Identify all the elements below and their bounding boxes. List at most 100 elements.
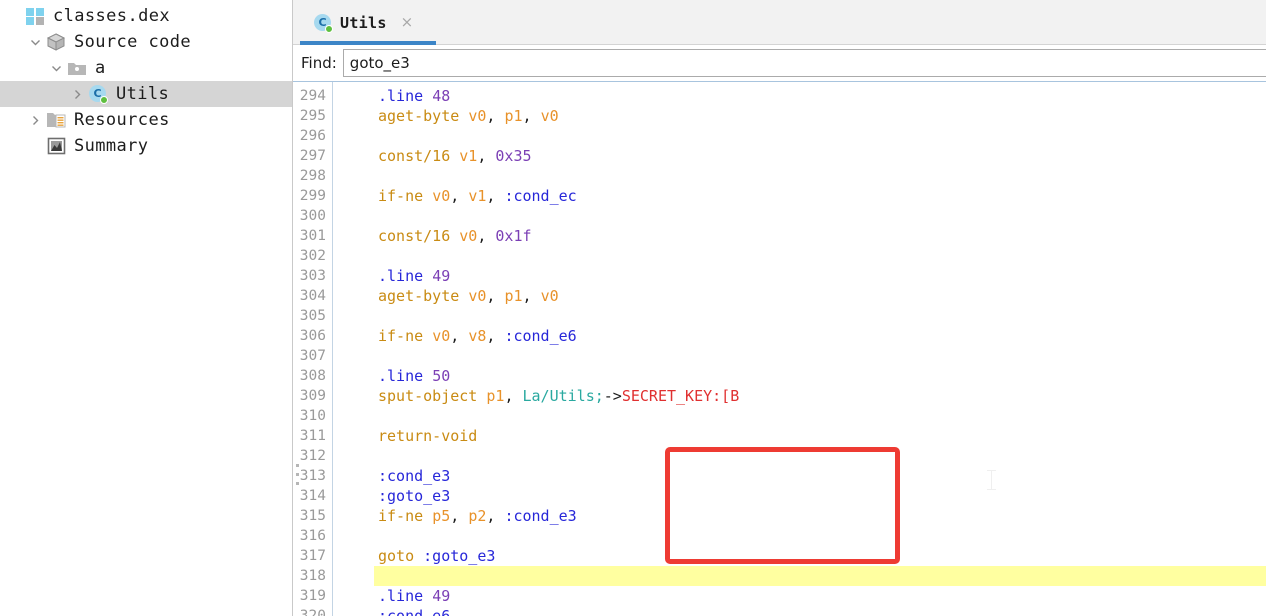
line-number: 303: [299, 268, 326, 284]
code-line[interactable]: .line 50: [333, 366, 1266, 386]
twisty-placeholder: [25, 133, 45, 159]
code-token: v0: [468, 287, 487, 305]
code-token: p1: [504, 287, 523, 305]
tree-item-label: classes.dex: [53, 5, 170, 26]
code-line[interactable]: [333, 446, 1266, 466]
code-line[interactable]: [333, 166, 1266, 186]
line-number: 308: [299, 368, 326, 384]
folder-icon: [66, 57, 88, 79]
tree-item-classes-dex[interactable]: classes.dex: [0, 3, 292, 29]
code-line[interactable]: .line 48: [333, 86, 1266, 106]
code-line[interactable]: aget-byte v0, p1, v0: [333, 286, 1266, 306]
code-token: ,: [522, 107, 541, 125]
code-line[interactable]: [333, 566, 1266, 586]
line-number: 315: [299, 508, 326, 524]
chevron-right-icon[interactable]: [67, 81, 87, 107]
code-token: p5: [432, 507, 451, 525]
code-token: if-ne: [378, 507, 433, 525]
project-tree-panel: classes.dex Source code a C Utils Resources Su…: [0, 0, 293, 616]
line-number: 318: [299, 568, 326, 584]
code-line[interactable]: [333, 126, 1266, 146]
code-line[interactable]: goto :goto_e3: [333, 546, 1266, 566]
find-label: Find:: [301, 53, 337, 72]
code-line[interactable]: :cond_e3: [333, 466, 1266, 486]
line-number: 294: [299, 88, 326, 104]
code-line[interactable]: :goto_e3: [333, 486, 1266, 506]
code-token: aget-byte: [378, 107, 469, 125]
line-number: 307: [299, 348, 326, 364]
code-line[interactable]: if-ne v0, v8, :cond_e6: [333, 326, 1266, 346]
editor-panel: C Utils × Find: goto_e3 294 295 296 297 298 2…: [293, 0, 1266, 616]
line-number-gutter: 294 295 296 297 298 299 300 301 302 303 304 305 306 3…: [293, 82, 333, 616]
code-token: sput-object: [378, 387, 487, 405]
code-token: 48: [432, 87, 451, 105]
code-token: .line: [378, 367, 433, 385]
line-number: 310: [299, 408, 326, 424]
chevron-down-icon[interactable]: [46, 55, 66, 81]
code-content[interactable]: .line 48 aget-byte v0, p1, v0 const/16 v1,…: [333, 82, 1266, 616]
tab-utils[interactable]: C Utils ×: [300, 0, 436, 45]
line-number: 319: [299, 588, 326, 604]
line-number: 309: [299, 388, 326, 404]
code-line[interactable]: .line 49: [333, 266, 1266, 286]
code-line[interactable]: [333, 306, 1266, 326]
code-line[interactable]: .line 49: [333, 586, 1266, 606]
tree-item-resources[interactable]: Resources: [0, 107, 292, 133]
tree-item-label: Resources: [74, 109, 170, 130]
chevron-down-icon[interactable]: [25, 29, 45, 55]
tab-active-indicator: [300, 41, 436, 45]
code-token: ,: [450, 327, 469, 345]
code-token: ,: [486, 107, 505, 125]
line-number: 299: [299, 188, 326, 204]
code-token: :cond_e6: [504, 327, 577, 345]
tree-item-label: Source code: [74, 31, 191, 52]
tree-item-source-code[interactable]: Source code: [0, 29, 292, 55]
code-line[interactable]: sput-object p1, La/Utils;->SECRET_KEY:[B: [333, 386, 1266, 406]
line-number: 306: [299, 328, 326, 344]
code-line[interactable]: :cond_e6: [333, 606, 1266, 616]
code-line[interactable]: const/16 v1, 0x35: [333, 146, 1266, 166]
panel-splitter-handle[interactable]: [295, 464, 301, 492]
code-token: p1: [504, 107, 523, 125]
code-token: v0: [432, 187, 451, 205]
tree-item-utils[interactable]: C Utils: [0, 81, 292, 107]
code-line[interactable]: const/16 v0, 0x1f: [333, 226, 1266, 246]
code-token: ,: [486, 287, 505, 305]
code-token: :goto_e3: [378, 487, 451, 505]
code-line[interactable]: aget-byte v0, p1, v0: [333, 106, 1266, 126]
line-number: 295: [299, 108, 326, 124]
code-line[interactable]: [333, 346, 1266, 366]
chevron-right-icon[interactable]: [25, 107, 45, 133]
code-line[interactable]: [333, 526, 1266, 546]
code-token: return-void: [378, 427, 478, 445]
code-line[interactable]: if-ne v0, v1, :cond_ec: [333, 186, 1266, 206]
tree-item-a[interactable]: a: [0, 55, 292, 81]
close-icon[interactable]: ×: [401, 15, 414, 30]
line-number: 297: [299, 148, 326, 164]
cube-icon: [45, 31, 67, 53]
code-token: v0: [540, 287, 559, 305]
code-token: ,: [477, 147, 496, 165]
code-token: ,: [486, 327, 505, 345]
code-token: 49: [432, 267, 451, 285]
app-window: classes.dex Source code a C Utils Resources Su…: [0, 0, 1266, 616]
code-token: 49: [432, 587, 451, 605]
code-line[interactable]: [333, 406, 1266, 426]
line-number: 296: [299, 128, 326, 144]
code-line[interactable]: if-ne p5, p2, :cond_e3: [333, 506, 1266, 526]
tree-item-summary[interactable]: Summary: [0, 133, 292, 159]
code-line[interactable]: [333, 206, 1266, 226]
code-token: const/16: [378, 227, 460, 245]
code-token: goto: [378, 547, 424, 565]
line-number: 298: [299, 168, 326, 184]
code-token: v8: [468, 327, 487, 345]
code-token: :cond_e3: [504, 507, 577, 525]
tab-strip: C Utils ×: [293, 0, 1266, 45]
code-editor[interactable]: 294 295 296 297 298 299 300 301 302 303 304 305 306 3…: [293, 81, 1266, 616]
code-token: ,: [450, 187, 469, 205]
code-line[interactable]: [333, 246, 1266, 266]
tree-item-label: Utils: [116, 83, 170, 104]
code-line[interactable]: return-void: [333, 426, 1266, 446]
search-input[interactable]: goto_e3: [342, 48, 1266, 77]
code-token: ->: [603, 387, 622, 405]
